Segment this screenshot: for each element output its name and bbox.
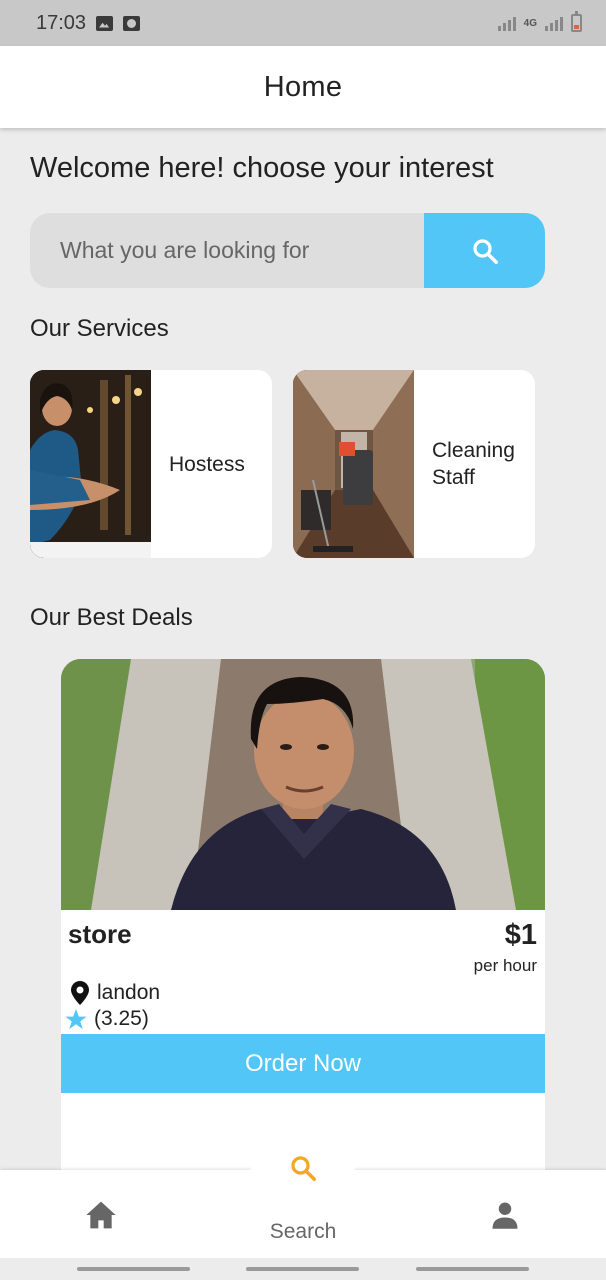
deal-rating-text: (3.25) — [94, 1007, 149, 1030]
deal-location: landon — [71, 981, 160, 1005]
deal-card[interactable]: store $1 per hour landon (3.25) Order No… — [61, 659, 545, 1179]
gesture-bar — [0, 1258, 606, 1280]
search-icon — [472, 238, 498, 264]
search-bar — [30, 213, 545, 288]
welcome-heading: Welcome here! choose your interest — [30, 152, 494, 184]
deal-store-name: store — [68, 919, 132, 949]
search-button[interactable] — [424, 213, 545, 288]
app-bar: Home — [0, 46, 606, 128]
status-time: 17:03 — [36, 11, 87, 34]
deal-location-text: landon — [97, 981, 161, 1004]
services-title: Our Services — [30, 315, 169, 342]
hostess-photo — [30, 370, 151, 558]
deal-rating: (3.25) — [64, 1007, 149, 1031]
deal-price-unit: per hour — [473, 956, 537, 975]
service-label: Cleaning Staff — [432, 439, 515, 489]
record-icon — [123, 15, 141, 31]
service-card-cleaning-staff[interactable]: Cleaning Staff — [293, 370, 535, 558]
nav-search-button[interactable] — [251, 1117, 355, 1221]
network-label: 4G — [523, 17, 537, 29]
status-bar: 17:03 4G — [0, 0, 606, 46]
cleaning-staff-photo — [293, 370, 414, 558]
search-input[interactable] — [30, 213, 424, 288]
status-right: 4G — [497, 11, 582, 32]
battery-icon — [571, 11, 582, 32]
service-label: Hostess — [169, 452, 245, 476]
gesture-pill — [416, 1267, 529, 1271]
signal-icon — [497, 15, 516, 31]
gesture-pill — [77, 1267, 190, 1271]
image-icon — [96, 15, 114, 31]
signal-icon — [545, 15, 563, 31]
deal-price: $1 — [504, 919, 537, 951]
service-card-hostess[interactable]: Hostess — [30, 370, 272, 558]
status-left: 17:03 — [36, 11, 141, 35]
deal-photo — [61, 659, 545, 910]
page-title: Home — [263, 70, 343, 103]
gesture-pill — [246, 1267, 359, 1271]
deals-title: Our Best Deals — [30, 604, 193, 631]
search-icon — [291, 1156, 316, 1181]
order-now-button[interactable]: Order Now — [61, 1034, 545, 1093]
star-icon — [65, 1008, 87, 1029]
nav-search-label[interactable]: Search — [0, 1220, 606, 1244]
location-pin-icon — [71, 981, 89, 1005]
